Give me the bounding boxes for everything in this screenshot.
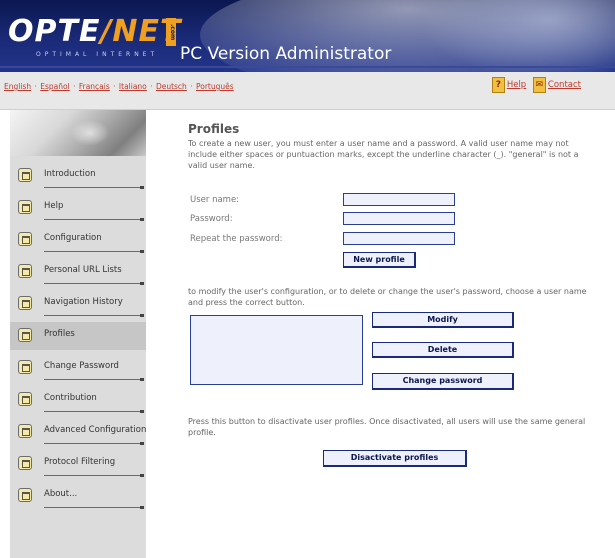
username-field[interactable] [343,193,455,206]
page-title: Profiles [188,122,240,136]
sidebar-item-help[interactable]: Help [10,194,146,222]
folder-icon [18,392,32,406]
delete-button[interactable]: Delete [372,342,514,358]
sidebar-item-introduction[interactable]: Introduction [10,162,146,190]
contact-link[interactable]: Contact [548,80,581,90]
folder-icon [18,232,32,246]
lang-espanol[interactable]: Español [40,82,69,91]
logo-tagline: OPTIMAL INTERNET [36,51,159,58]
help-link[interactable]: Help [507,80,526,90]
logo-com: .com [166,18,176,46]
sidebar-item-label: Configuration [44,233,102,243]
sidebar-item-label: Personal URL Lists [44,265,122,275]
sidebar-item-label: Protocol Filtering [44,457,116,467]
deactivate-profiles-button[interactable]: Disactivate profiles [323,450,467,467]
help-icon[interactable]: ? [491,77,505,93]
sidebar-item-label: Advanced Configuration [44,425,147,435]
sidebar-item-contribution[interactable]: Contribution [10,386,146,414]
folder-icon [18,360,32,374]
sidebar-item-personal-url-lists[interactable]: Personal URL Lists [10,258,146,286]
sidebar-item-divider [44,314,144,317]
language-bar: English · Español · Français · Italiano … [0,72,615,110]
sidebar-item-label: Change Password [44,361,119,371]
sidebar-item-configuration[interactable]: Configuration [10,226,146,254]
sidebar-item-divider [44,250,144,253]
lang-italiano[interactable]: Italiano [119,82,147,91]
folder-icon [18,456,32,470]
contact-icon[interactable]: ✉ [532,77,546,93]
sidebar-item-label: Introduction [44,169,96,179]
sidebar-item-label: Help [44,201,64,211]
lang-portugues[interactable]: Português [196,82,234,91]
username-label: User name: [190,195,240,205]
new-profile-button[interactable]: New profile [343,252,416,268]
sidebar-item-advanced-configuration[interactable]: Advanced Configuration [10,418,146,446]
lang-francais[interactable]: Français [79,82,110,91]
password-field[interactable] [343,212,455,225]
sidebar-item-navigation-history[interactable]: Navigation History [10,290,146,318]
lang-english[interactable]: English [4,82,31,91]
intro-text: To create a new user, you must enter a u… [188,139,579,170]
sidebar-item-divider [44,506,144,509]
logo: OPTE/NET .com OPTIMAL INTERNET [0,14,180,62]
sidebar-item-label: About... [44,489,78,499]
user-list[interactable] [190,315,363,385]
sidebar-photo [10,110,146,156]
sidebar-item-change-password[interactable]: Change Password [10,354,146,382]
header-banner: OPTE/NET .com OPTIMAL INTERNET PC Versio… [0,0,615,72]
repeat-password-field[interactable] [343,232,455,245]
sidebar-item-divider [44,282,144,285]
password-label: Password: [190,214,233,224]
sidebar: Introduction Help Configuration Personal… [10,110,146,558]
sidebar-item-divider [44,218,144,221]
logo-wordmark: OPTE/NET [8,14,181,49]
sidebar-item-label: Navigation History [44,297,123,307]
repeat-password-label: Repeat the password: [190,234,283,244]
folder-icon [18,488,32,502]
sidebar-item-divider [44,186,144,189]
sidebar-item-protocol-filtering[interactable]: Protocol Filtering [10,450,146,478]
folder-icon [18,296,32,310]
logo-opte: OPTE [8,14,101,49]
change-password-button[interactable]: Change password [372,373,514,390]
sidebar-item-about[interactable]: About... [10,482,146,510]
modify-instructions: to modify the user's configuration, or t… [188,287,587,307]
sidebar-item-divider [44,410,144,413]
language-links: English · Español · Français · Italiano … [4,82,234,91]
folder-icon [18,424,32,438]
folder-icon [18,264,32,278]
sidebar-item-divider [44,474,144,477]
top-links: ? Help ✉ Contact [491,77,585,93]
folder-icon [18,168,32,182]
folder-icon [18,200,32,214]
folder-icon [18,328,32,342]
deactivate-instructions: Press this button to disactivate user pr… [188,417,586,437]
modify-button[interactable]: Modify [372,312,514,328]
sidebar-item-divider [44,442,144,445]
header-divider [0,66,615,68]
app-title: PC Version Administrator [180,44,392,64]
sidebar-item-profiles[interactable]: Profiles [10,322,146,350]
sidebar-item-divider [44,378,144,381]
sidebar-item-label: Profiles [44,329,75,339]
lang-deutsch[interactable]: Deutsch [156,82,187,91]
sidebar-item-label: Contribution [44,393,97,403]
